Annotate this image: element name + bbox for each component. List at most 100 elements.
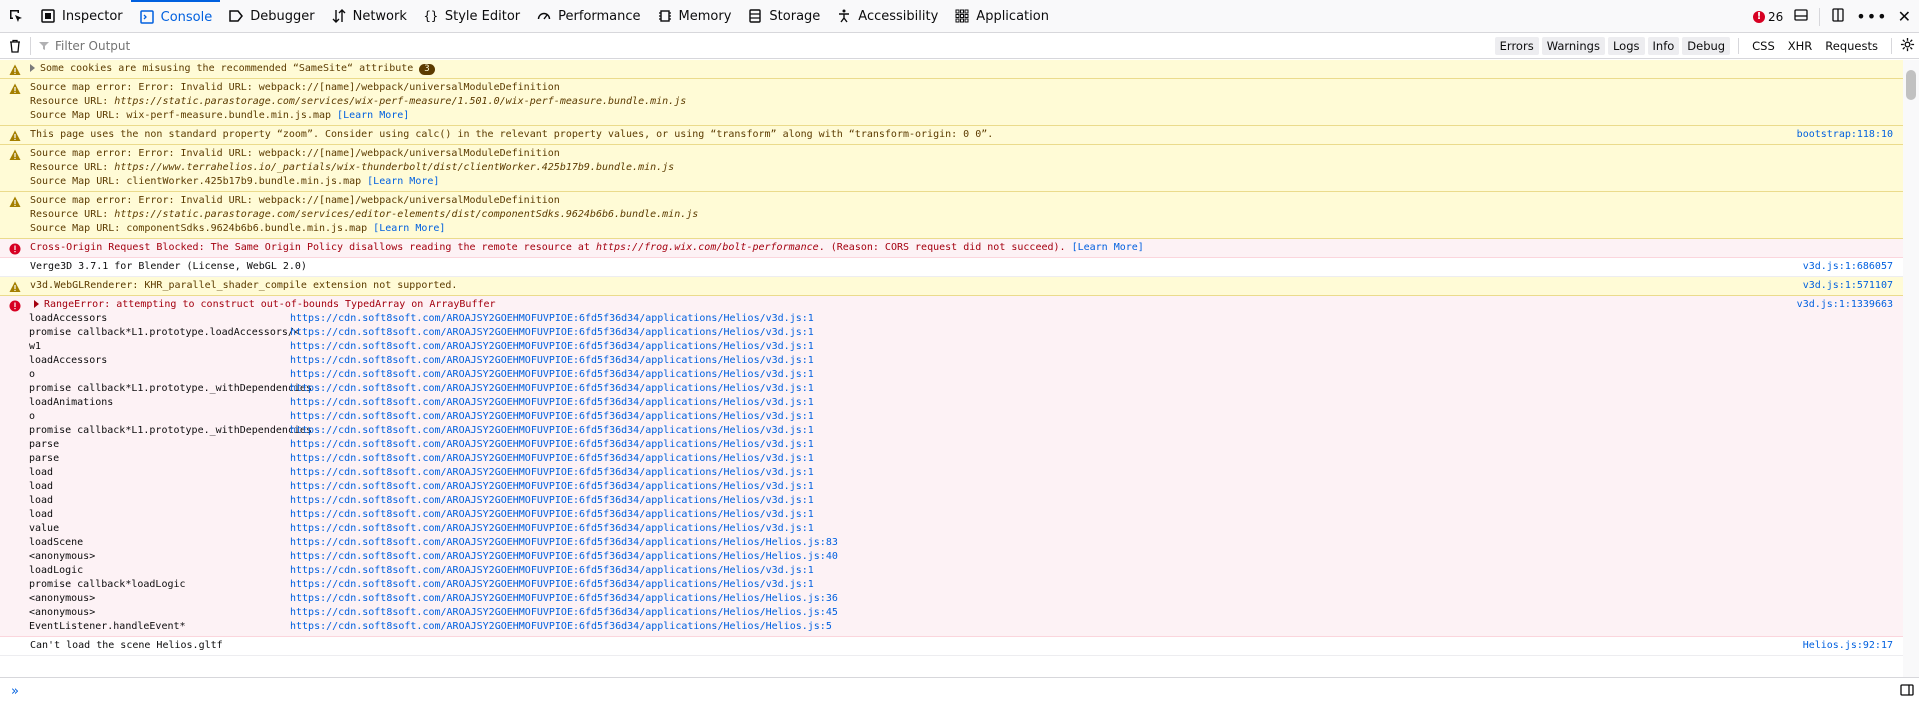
toggle-sidebar-icon[interactable]	[1899, 682, 1915, 702]
collapse-arrow-icon[interactable]	[34, 300, 39, 308]
stack-location-link[interactable]: https://cdn.soft8soft.com/AROAJSY2GOEHMO…	[290, 508, 814, 522]
console-message-warning[interactable]: Source map error: Error: Invalid URL: we…	[0, 79, 1903, 126]
console-message-error[interactable]: Cross-Origin Request Blocked: The Same O…	[0, 239, 1903, 258]
tab-network[interactable]: Network	[323, 0, 415, 33]
clear-console-button[interactable]	[0, 39, 30, 53]
close-icon[interactable]: ✕	[1898, 7, 1911, 26]
stack-location-link[interactable]: https://cdn.soft8soft.com/AROAJSY2GOEHMO…	[290, 564, 814, 578]
stack-location-link[interactable]: https://cdn.soft8soft.com/AROAJSY2GOEHMO…	[290, 522, 814, 536]
element-picker-button[interactable]	[0, 0, 32, 33]
console-message-warning[interactable]: Some cookies are misusing the recommende…	[0, 60, 1903, 79]
filter-requests-button[interactable]: Requests	[1820, 37, 1883, 55]
resource-url[interactable]: https://www.terrahelios.io/_partials/wix…	[114, 162, 674, 173]
source-location-link[interactable]: bootstrap:118:10	[1797, 128, 1893, 142]
stack-location-link[interactable]: https://cdn.soft8soft.com/AROAJSY2GOEHMO…	[290, 326, 814, 340]
filter-css-button[interactable]: CSS	[1747, 37, 1780, 55]
tab-storage[interactable]: Storage	[739, 0, 828, 33]
filter-warnings-button[interactable]: Warnings	[1541, 37, 1605, 55]
warning-icon	[9, 64, 21, 75]
tab-debugger[interactable]: Debugger	[220, 0, 322, 33]
stack-location-link[interactable]: https://cdn.soft8soft.com/AROAJSY2GOEHMO…	[290, 424, 814, 438]
filter-input[interactable]: Filter Output	[39, 39, 339, 53]
console-message-log[interactable]: Verge3D 3.7.1 for Blender (License, WebG…	[0, 258, 1903, 277]
stack-location-link[interactable]: https://cdn.soft8soft.com/AROAJSY2GOEHMO…	[290, 312, 814, 326]
learn-more-link[interactable]: [Learn More]	[367, 176, 439, 187]
tab-application[interactable]: Application	[946, 0, 1057, 33]
stack-location-link[interactable]: https://cdn.soft8soft.com/AROAJSY2GOEHMO…	[290, 550, 838, 564]
resource-url[interactable]: https://static.parastorage.com/services/…	[114, 209, 698, 220]
filter-xhr-button[interactable]: XHR	[1783, 37, 1818, 55]
source-location-link[interactable]: Helios.js:92:17	[1803, 639, 1893, 653]
filter-errors-button[interactable]: Errors	[1494, 37, 1539, 55]
stack-location-link[interactable]: https://cdn.soft8soft.com/AROAJSY2GOEHMO…	[290, 592, 838, 606]
console-message-error[interactable]: RangeError: attempting to construct out-…	[0, 296, 1903, 637]
console-message-warning[interactable]: Source map error: Error: Invalid URL: we…	[0, 192, 1903, 239]
tab-inspector[interactable]: Inspector	[32, 0, 131, 33]
tab-label: Console	[160, 9, 213, 25]
console-settings-icon[interactable]	[1900, 37, 1915, 56]
dock-options-icon[interactable]	[1830, 7, 1846, 27]
performance-icon	[536, 8, 552, 24]
stack-location-link[interactable]: https://cdn.soft8soft.com/AROAJSY2GOEHMO…	[290, 354, 814, 368]
learn-more-link[interactable]: [Learn More]	[373, 223, 445, 234]
line-prefix: Source Map URL: wix-perf-measure.bundle.…	[30, 110, 338, 121]
stack-location-link[interactable]: https://cdn.soft8soft.com/AROAJSY2GOEHMO…	[290, 606, 838, 620]
tab-label: Debugger	[250, 8, 315, 24]
stack-location-link[interactable]: https://cdn.soft8soft.com/AROAJSY2GOEHMO…	[290, 494, 814, 508]
expand-arrow-icon[interactable]	[30, 64, 35, 72]
source-location-link[interactable]: v3d.js:1:686057	[1803, 260, 1893, 274]
tab-label: Memory	[678, 8, 732, 24]
message-line: Source map error: Error: Invalid URL: we…	[30, 195, 560, 206]
stack-location-link[interactable]: https://cdn.soft8soft.com/AROAJSY2GOEHMO…	[290, 452, 814, 466]
tab-performance[interactable]: Performance	[528, 0, 648, 33]
stack-location-link[interactable]: https://cdn.soft8soft.com/AROAJSY2GOEHMO…	[290, 578, 814, 592]
stack-location-link[interactable]: https://cdn.soft8soft.com/AROAJSY2GOEHMO…	[290, 340, 814, 354]
stack-function-name: <anonymous>	[29, 607, 96, 618]
stack-frame: value https://cdn.soft8soft.com/AROAJSY2G…	[0, 522, 1903, 536]
stack-location-link[interactable]: https://cdn.soft8soft.com/AROAJSY2GOEHMO…	[290, 396, 814, 410]
stack-location-link[interactable]: https://cdn.soft8soft.com/AROAJSY2GOEHMO…	[290, 480, 814, 494]
filter-bar: Filter Output Errors Warnings Logs Info …	[0, 33, 1919, 59]
stack-location-link[interactable]: https://cdn.soft8soft.com/AROAJSY2GOEHMO…	[290, 382, 814, 396]
console-message-warning[interactable]: Source map error: Error: Invalid URL: we…	[0, 145, 1903, 192]
tab-console[interactable]: Console	[130, 0, 221, 33]
stack-location-link[interactable]: https://cdn.soft8soft.com/AROAJSY2GOEHMO…	[290, 620, 832, 634]
output-scrollbar[interactable]	[1903, 60, 1919, 677]
tab-memory[interactable]: Memory	[649, 0, 740, 33]
resource-url[interactable]: https://static.parastorage.com/services/…	[114, 96, 686, 107]
error-header: RangeError: attempting to construct out-…	[0, 298, 1903, 312]
console-message-warning[interactable]: This page uses the non standard property…	[0, 126, 1903, 145]
error-count-button[interactable]: ! 26	[1753, 10, 1783, 24]
stack-frame: EventListener.handleEvent* https://cdn.so…	[0, 620, 1903, 634]
message-text: . (Reason: CORS request did not succeed)…	[818, 242, 1072, 253]
stack-location-link[interactable]: https://cdn.soft8soft.com/AROAJSY2GOEHMO…	[290, 438, 814, 452]
stack-location-link[interactable]: https://cdn.soft8soft.com/AROAJSY2GOEHMO…	[290, 410, 814, 424]
filter-logs-button[interactable]: Logs	[1607, 37, 1645, 55]
storage-icon	[747, 8, 763, 24]
resource-url[interactable]: https://frog.wix.com/bolt-performance	[596, 242, 819, 253]
tab-accessibility[interactable]: Accessibility	[828, 0, 946, 33]
console-input-bar: »	[0, 677, 1919, 704]
stack-location-link[interactable]: https://cdn.soft8soft.com/AROAJSY2GOEHMO…	[290, 536, 838, 550]
stack-frame: loadLogic https://cdn.soft8soft.com/AROAJ…	[0, 564, 1903, 578]
learn-more-link[interactable]: [Learn More]	[337, 110, 409, 121]
filter-info-button[interactable]: Info	[1647, 37, 1680, 55]
filter-divider	[1891, 38, 1892, 54]
console-input[interactable]	[30, 678, 1919, 704]
console-message-log[interactable]: Can't load the scene Helios.gltf Helios.…	[0, 637, 1903, 656]
stack-frame: loadAccessors https://cdn.soft8soft.com/A…	[0, 312, 1903, 326]
stack-location-link[interactable]: https://cdn.soft8soft.com/AROAJSY2GOEHMO…	[290, 466, 814, 480]
tab-style-editor[interactable]: {} Style Editor	[415, 0, 528, 33]
filter-debug-button[interactable]: Debug	[1682, 37, 1731, 55]
split-console-icon[interactable]	[1793, 7, 1809, 27]
learn-more-link[interactable]: [Learn More]	[1072, 242, 1144, 253]
stack-frame: promise callback*loadLogic https://cdn.so…	[0, 578, 1903, 592]
stack-location-link[interactable]: https://cdn.soft8soft.com/AROAJSY2GOEHMO…	[290, 368, 814, 382]
toolbar-divider	[1819, 7, 1821, 26]
more-options-icon[interactable]: •••	[1856, 7, 1887, 26]
stack-frame: parse https://cdn.soft8soft.com/AROAJSY2G…	[0, 452, 1903, 466]
scrollbar-thumb[interactable]	[1906, 70, 1916, 100]
source-location-link[interactable]: v3d.js:1:1339663	[1797, 298, 1893, 312]
source-location-link[interactable]: v3d.js:1:571107	[1803, 279, 1893, 293]
console-message-warning[interactable]: v3d.WebGLRenderer: KHR_parallel_shader_c…	[0, 277, 1903, 296]
